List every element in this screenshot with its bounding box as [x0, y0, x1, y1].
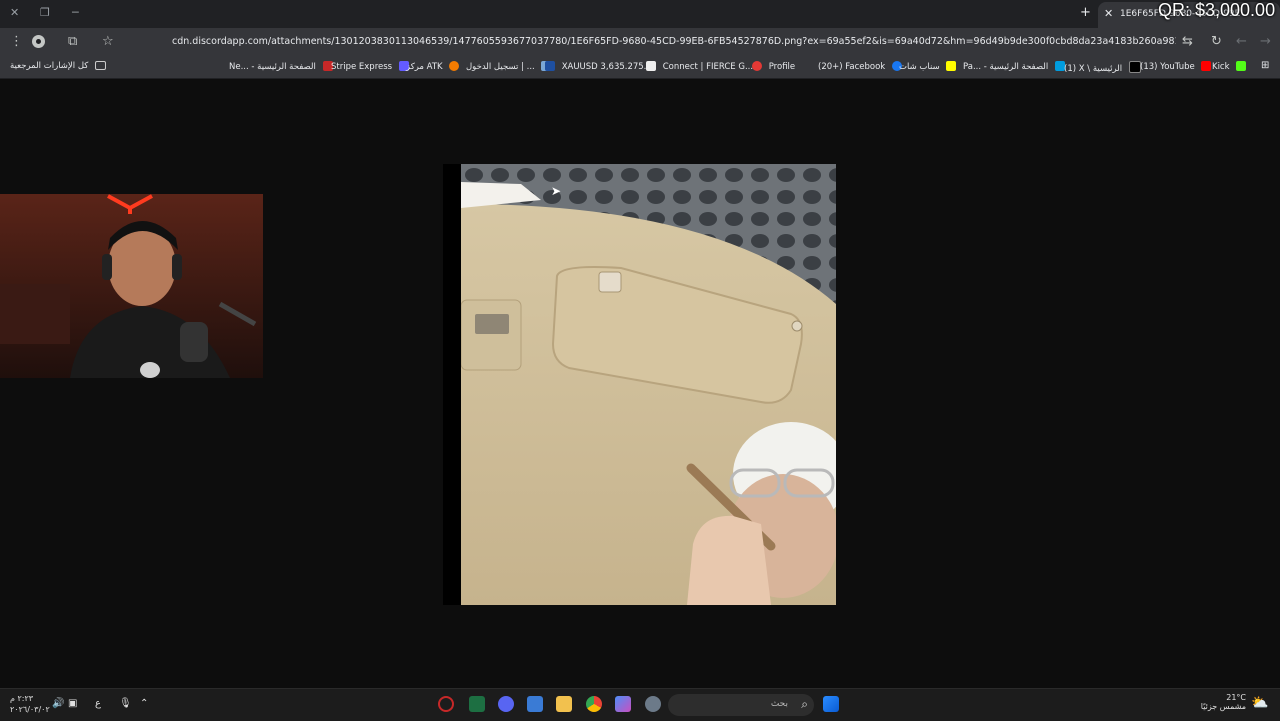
bookmark-label: Connect | FIERCE G... [662, 62, 754, 72]
profile-avatar[interactable] [32, 35, 45, 48]
search-icon: ⌕ [801, 697, 808, 711]
qr-overlay-text: QR: $3,000.00 [1158, 0, 1276, 20]
bookmark-label: (20+) Facebook [818, 62, 886, 72]
clock-date: ٢٠٢٦/٠٣/٠٢ [10, 705, 50, 714]
bookmark-item[interactable]: تسجيل الدخول | ... [466, 61, 552, 72]
language-indicator[interactable]: ع [95, 698, 101, 709]
bookmark-label: Kick [1212, 62, 1230, 72]
store-icon[interactable] [527, 696, 543, 712]
close-tab-icon[interactable]: ✕ [1104, 7, 1113, 20]
mouse-cursor-icon: ➤ [551, 184, 562, 198]
minimize-window-icon[interactable]: ─ [72, 6, 79, 19]
bookmark-item[interactable]: Pa... - الصفحة الرئيسية [963, 61, 1065, 72]
back-icon[interactable]: → [1260, 34, 1271, 49]
file-explorer-icon[interactable] [556, 696, 572, 712]
search-placeholder: بحث [770, 699, 788, 709]
folder-icon [95, 61, 107, 70]
image-content [461, 164, 836, 605]
bookmark-label: كل الإشارات المرجعية [10, 61, 89, 71]
bookmark-star-icon[interactable]: ☆ [102, 34, 114, 49]
tradingview-icon [545, 61, 555, 71]
bookmark-label: Stripe Express [331, 62, 393, 72]
bookmark-label: تسجيل الدخول | ... [466, 62, 535, 72]
settings-gear-icon[interactable] [645, 696, 661, 712]
bookmark-item[interactable]: Connect | FIERCE G... [646, 61, 753, 72]
tab-strip: ✕ ❐ ─ + ✕ 1E6F65FD-9680-45CD-99EB-6FB545… [0, 0, 1280, 28]
bookmark-label: Profile [768, 62, 796, 72]
snapchat-icon [946, 61, 957, 71]
menu-icon[interactable]: ⋮ [10, 34, 23, 49]
chrome-icon[interactable] [586, 696, 602, 712]
bookmark-item[interactable]: (20+) Facebook [818, 61, 902, 72]
youtube-icon [1201, 61, 1212, 71]
discord-icon[interactable] [498, 696, 514, 712]
close-window-icon[interactable]: ✕ [10, 6, 19, 19]
atk-icon [449, 61, 460, 71]
image-viewer: ➤ [443, 164, 836, 605]
weather-desc: مشمس جزئيًا [1200, 702, 1246, 711]
obs-icon[interactable] [438, 696, 454, 712]
system-clock[interactable]: ٢:٢٣ م ٢٠٢٦/٠٣/٠٢ [10, 693, 50, 715]
site-settings-icon[interactable]: ⇆ [1182, 34, 1193, 49]
windows-start-icon[interactable] [823, 696, 839, 712]
webcam-image [0, 194, 263, 378]
bookmark-item[interactable]: (13) YouTube [1140, 61, 1212, 72]
network-icon[interactable]: ▣ [68, 698, 77, 709]
copilot-icon[interactable] [615, 696, 631, 712]
kick-icon [1236, 61, 1247, 71]
weather-sun-cloud-icon: ⛅ [1251, 695, 1269, 711]
bookmark-item[interactable]: Stripe Express [331, 61, 409, 72]
bookmark-item[interactable]: Kick [1212, 61, 1247, 72]
bookmark-label: سناب شات [899, 62, 940, 72]
taskbar: ٢:٢٣ م ٢٠٢٦/٠٣/٠٢ 🔊 ▣ ع 🎙 ⌃ بحث ⌕ 21°C م… [0, 688, 1280, 721]
taskbar-search[interactable]: بحث ⌕ [668, 694, 814, 716]
bookmark-item[interactable]: (1) X \ الرئيسية [1064, 61, 1141, 74]
weather-temp: 21°C [1226, 693, 1246, 702]
restore-window-icon[interactable]: ❐ [40, 6, 50, 19]
bookmark-label: Pa... - الصفحة الرئيسية [963, 62, 1049, 72]
browser-toolbar: ⋮ ⧉ ☆ cdn.discordapp.com/attachments/130… [0, 28, 1280, 56]
avatar-dot-icon [36, 39, 41, 44]
bookmark-item[interactable]: XAUUSD 3,635.275... [545, 61, 652, 72]
bookmark-item[interactable]: مركز ATK [406, 61, 460, 72]
forward-icon[interactable]: ← [1236, 34, 1247, 49]
new-tab-button[interactable]: + [1080, 5, 1091, 20]
weather-widget[interactable]: 21°C مشمس جزئيًا [1200, 693, 1246, 711]
reload-icon[interactable]: ↻ [1211, 34, 1222, 49]
webcam-overlay [0, 194, 263, 378]
bookmark-item[interactable]: Profile [752, 61, 795, 72]
bookmark-label: مركز ATK [406, 62, 443, 72]
car-selfie-image[interactable] [461, 164, 836, 605]
microphone-icon[interactable]: 🎙 [119, 698, 132, 709]
excel-icon[interactable] [469, 696, 485, 712]
tray-chevron-up-icon[interactable]: ⌃ [140, 698, 148, 709]
bookmark-label: (13) YouTube [1140, 62, 1195, 72]
clock-time: ٢:٢٣ م [10, 694, 34, 703]
apps-grid-icon[interactable]: ⊞ [1261, 60, 1269, 71]
bookmark-label: (1) X \ الرئيسية [1064, 64, 1123, 74]
address-bar[interactable]: cdn.discordapp.com/attachments/130120383… [172, 36, 1176, 47]
volume-icon[interactable]: 🔊 [52, 698, 64, 709]
profile-icon [752, 61, 762, 71]
bookmark-all[interactable]: كل الإشارات المرجعية [10, 61, 107, 71]
bookmark-item[interactable]: سناب شات [899, 61, 957, 72]
bookmark-item[interactable]: Ne... - الصفحة الرئيسية [229, 61, 333, 72]
fierce-icon [646, 61, 656, 71]
bookmark-label: XAUUSD 3,635.275... [561, 62, 652, 72]
bookmark-label: Ne... - الصفحة الرئيسية [229, 62, 316, 72]
bookmarks-bar: كل الإشارات المرجعية Ne... - الصفحة الرئ… [0, 56, 1280, 79]
extensions-icon[interactable]: ⧉ [68, 34, 77, 49]
